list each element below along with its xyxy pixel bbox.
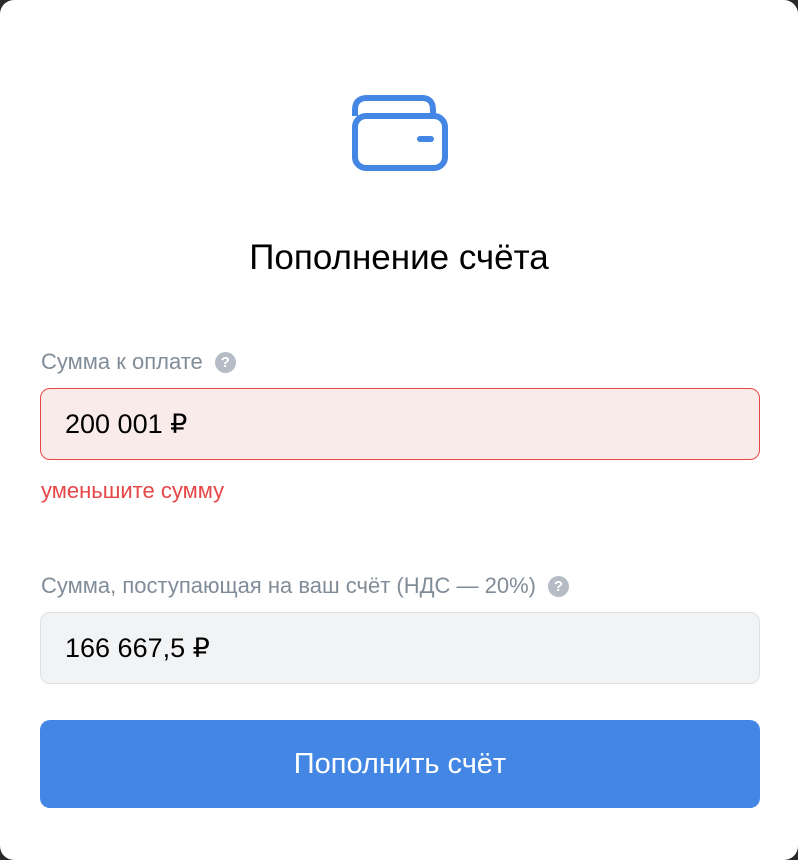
received-label-text: Сумма, поступающая на ваш счёт (НДС — 20…: [41, 573, 536, 598]
dialog-title: Пополнение счёта: [249, 238, 549, 277]
help-icon[interactable]: ?: [548, 575, 569, 597]
amount-label: Сумма к оплате ?: [41, 348, 236, 376]
top-up-button[interactable]: Пополнить счёт: [40, 720, 760, 808]
help-icon[interactable]: ?: [214, 351, 236, 373]
top-up-dialog: Пополнение счёта Сумма к оплате ? 200 00…: [0, 0, 798, 860]
amount-input-value: 200 001 ₽: [65, 408, 188, 439]
wallet-icon: [352, 95, 448, 171]
received-amount-field: 166 667,5 ₽: [40, 612, 760, 684]
amount-error-message: уменьшите сумму: [41, 478, 225, 503]
amount-input[interactable]: 200 001 ₽: [40, 388, 760, 460]
amount-label-text: Сумма к оплате: [41, 349, 203, 374]
received-label: Сумма, поступающая на ваш счёт (НДС — 20…: [41, 572, 569, 600]
received-amount-value: 166 667,5 ₽: [65, 632, 210, 663]
